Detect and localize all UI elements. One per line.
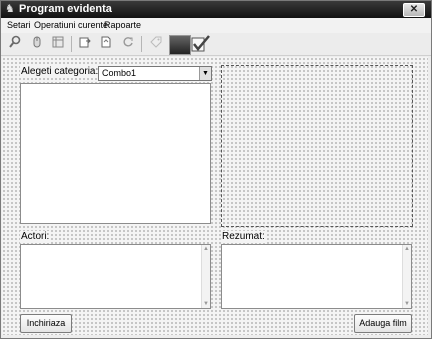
toolbar xyxy=(1,33,431,56)
summary-label: Rezumat: xyxy=(221,231,266,243)
category-list[interactable] xyxy=(20,83,211,224)
menu-rapoarte[interactable]: Rapoarte xyxy=(104,20,141,30)
image-frame xyxy=(221,65,413,227)
scroll-up-icon[interactable]: ▲ xyxy=(202,245,210,253)
category-combo[interactable]: Combo1 ▼ xyxy=(98,66,212,81)
window-title: Program evidenta xyxy=(19,3,112,15)
scroll-up-icon[interactable]: ▲ xyxy=(403,245,411,253)
summary-textbox[interactable]: ▲ ▼ xyxy=(221,244,412,309)
search-icon[interactable] xyxy=(6,35,24,53)
gradient-icon[interactable] xyxy=(169,35,191,55)
scroll-down-icon[interactable]: ▼ xyxy=(202,300,210,308)
scrollbar[interactable]: ▲ ▼ xyxy=(201,245,210,308)
toolbar-separator xyxy=(71,36,72,52)
main-window: ♞ Program evidenta ✕ Setari Operatiuni c… xyxy=(0,0,432,339)
mouse-icon[interactable] xyxy=(28,35,46,53)
toolbar-separator xyxy=(141,36,142,52)
tag-icon[interactable] xyxy=(147,35,165,53)
form-area: Alegeti categoria: Combo1 ▼ Actori: ▲ ▼ … xyxy=(2,57,428,335)
checkmark-icon[interactable] xyxy=(191,35,211,53)
app-icon: ♞ xyxy=(5,3,15,15)
chevron-down-icon[interactable]: ▼ xyxy=(199,67,211,80)
title-bar[interactable]: ♞ Program evidenta ✕ xyxy=(1,1,431,18)
menu-bar: Setari Operatiuni curente Rapoarte xyxy=(1,18,431,33)
add-movie-button[interactable]: Adauga film xyxy=(354,314,412,333)
close-button[interactable]: ✕ xyxy=(403,3,425,17)
export-icon[interactable] xyxy=(76,35,94,53)
combo-value: Combo1 xyxy=(102,68,137,78)
menu-setari[interactable]: Setari xyxy=(7,20,31,30)
scroll-down-icon[interactable]: ▼ xyxy=(403,300,411,308)
table-icon[interactable] xyxy=(49,35,67,53)
category-label: Alegeti categoria: xyxy=(20,66,100,78)
refresh-icon[interactable] xyxy=(119,35,137,53)
scrollbar[interactable]: ▲ ▼ xyxy=(402,245,411,308)
actors-label: Actori: xyxy=(20,231,51,243)
actors-textbox[interactable]: ▲ ▼ xyxy=(20,244,211,309)
document-icon[interactable] xyxy=(97,35,115,53)
menu-operatiuni-curente[interactable]: Operatiuni curente xyxy=(34,20,108,30)
rent-button[interactable]: Inchiriaza xyxy=(20,314,72,333)
